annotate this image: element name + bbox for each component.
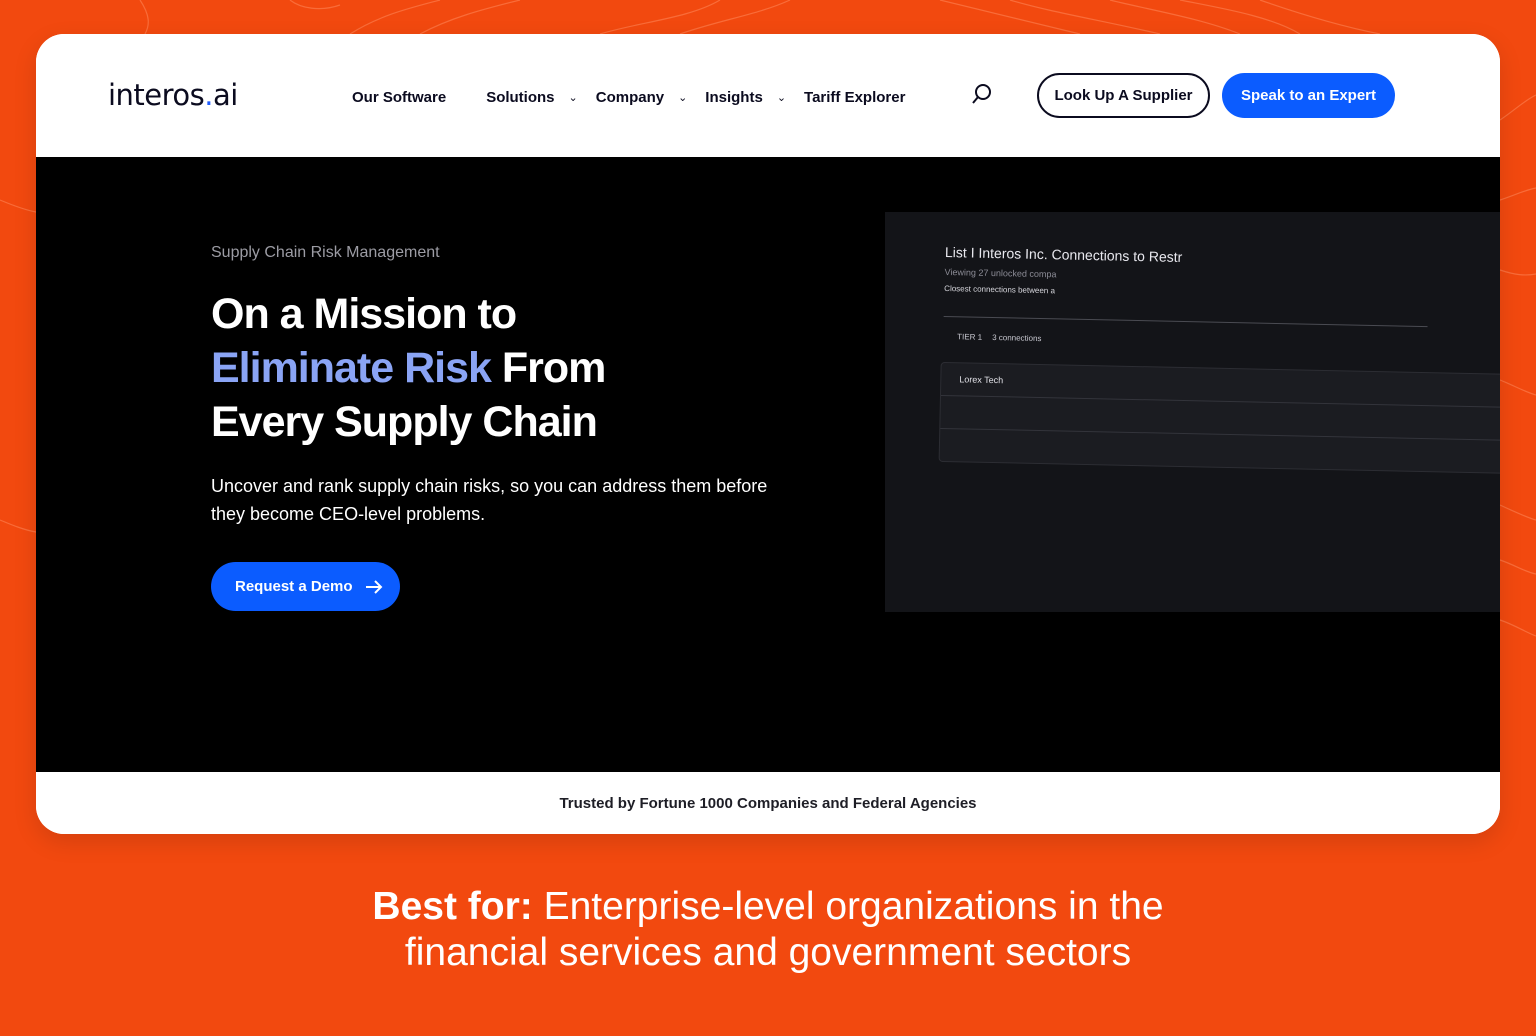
tier-count: 3 connections (992, 333, 1042, 344)
app-preview-table: Lorex Tech (938, 361, 1500, 475)
search-icon[interactable] (970, 82, 994, 106)
speak-to-expert-button[interactable]: Speak to an Expert (1222, 73, 1395, 118)
hero-headline: On a Mission to Eliminate Risk From Ever… (211, 287, 771, 449)
hero-subtext: Uncover and rank supply chain risks, so … (211, 476, 768, 524)
look-up-supplier-button[interactable]: Look Up A Supplier (1037, 73, 1210, 118)
caption-line-1: Enterprise-level organizations in the (532, 885, 1164, 928)
headline-accent: Eliminate Risk (211, 344, 492, 392)
app-preview-divider (943, 315, 1428, 328)
tier-label: TIER 1 (957, 332, 983, 342)
interos-logo[interactable]: interos.ai (108, 78, 238, 112)
app-preview-tier: TIER 1 3 connections (957, 332, 1041, 343)
arrow-right-icon (365, 579, 382, 594)
nav-item-our-software[interactable]: Our Software (352, 89, 446, 106)
app-preview-title: List I Interos Inc. Connections to Restr (944, 244, 1183, 265)
nav-item-tariff-explorer[interactable]: Tariff Explorer (804, 89, 905, 106)
logo-dot: . (204, 78, 214, 112)
nav-item-insights[interactable]: Insights (705, 89, 763, 106)
nav-item-company[interactable]: Company (596, 89, 664, 106)
request-demo-button[interactable]: Request a Demo (211, 562, 400, 611)
site-header: interos.ai Our Software Solutions ⌄ Comp… (36, 34, 1500, 157)
main-nav: Our Software Solutions ⌄ Company ⌄ Insig… (352, 86, 905, 108)
headline-line-3: Every Supply Chain (211, 398, 598, 446)
nav-item-solutions[interactable]: Solutions (486, 89, 554, 106)
logo-suffix: ai (213, 78, 238, 112)
app-preview-content: List I Interos Inc. Connections to Restr… (885, 212, 1500, 612)
app-preview-panel: List I Interos Inc. Connections to Restr… (885, 212, 1500, 612)
app-preview-viewing: Viewing 27 unlocked compa (944, 266, 1057, 280)
caption-line-2: financial services and government sector… (404, 931, 1132, 974)
caption-lead: Best for: (372, 885, 533, 928)
logo-text: interos (108, 78, 205, 112)
best-for-caption: Best for: Enterprise-level organizations… (268, 884, 1268, 976)
trust-bar: Trusted by Fortune 1000 Companies and Fe… (36, 772, 1500, 834)
trust-text: Trusted by Fortune 1000 Companies and Fe… (559, 794, 977, 812)
hero-eyebrow: Supply Chain Risk Management (211, 244, 440, 261)
website-card: interos.ai Our Software Solutions ⌄ Comp… (36, 34, 1500, 834)
hero-section: Supply Chain Risk Management On a Missio… (36, 157, 1500, 772)
headline-line-1: On a Mission to (211, 290, 517, 338)
chevron-down-icon[interactable]: ⌄ (777, 91, 786, 104)
headline-after-accent: From (490, 344, 607, 392)
request-demo-label: Request a Demo (235, 578, 353, 595)
chevron-down-icon[interactable]: ⌄ (678, 91, 687, 104)
chevron-down-icon[interactable]: ⌄ (569, 91, 578, 104)
app-preview-closest: Closest connections between a (944, 283, 1056, 296)
